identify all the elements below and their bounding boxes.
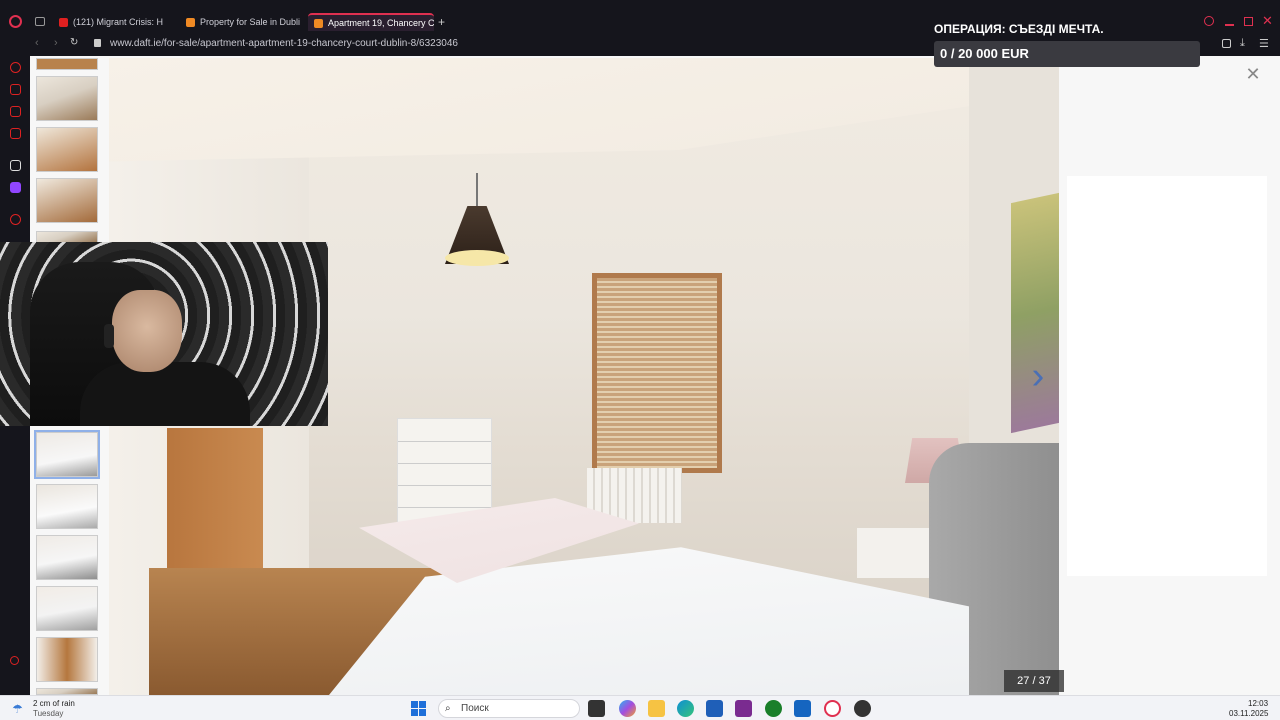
gallery-thumbnail[interactable] [36,688,98,695]
reload-icon[interactable]: ↻ [70,37,78,48]
back-icon[interactable]: ‹ [35,37,39,49]
tab-property-for-sale[interactable]: Property for Sale in Dubli [180,13,304,31]
taskbar-search-input[interactable]: ⌕ Поиск [438,699,580,718]
messenger-icon[interactable] [10,128,21,139]
outlook-icon[interactable] [794,700,811,717]
weather-text[interactable]: 2 cm of rain [33,699,75,708]
gallery-thumbnail[interactable] [36,127,98,172]
gallery-thumbnail-selected[interactable] [34,430,100,479]
window-blinds [592,273,722,473]
copilot-icon[interactable] [619,700,636,717]
workspaces-icon[interactable] [10,84,21,95]
lock-icon [94,39,101,47]
tab-menu-icon[interactable] [35,17,45,26]
close-window-icon[interactable]: ✕ [1262,13,1273,29]
windows-taskbar: ☂ 2 cm of rain Tuesday ⌕ Поиск 12:03 03.… [0,695,1280,720]
new-tab-button[interactable]: + [438,15,445,29]
gallery-thumbnail[interactable] [36,484,98,529]
minimize-icon[interactable] [1225,24,1234,26]
search-icon: ⌕ [445,703,451,714]
twitch-icon[interactable] [10,182,21,193]
donation-goal-bar: 0 / 20 000 EUR [934,41,1200,67]
close-icon: ✕ [1245,64,1261,84]
tab-youtube[interactable]: (121) Migrant Crisis: H [53,13,175,31]
headset-icon [104,324,114,348]
file-explorer-icon[interactable] [648,700,665,717]
chevron-right-icon: › [1031,355,1045,397]
close-gallery-button[interactable]: ✕ [1243,64,1263,84]
wallet-icon[interactable] [1222,39,1231,48]
tab-label: Property for Sale in Dubli [200,17,301,27]
daft-icon [314,18,323,28]
app-icon-dark[interactable] [854,700,871,717]
gallery-thumbnail[interactable] [36,58,98,70]
gallery-thumbnail[interactable] [36,535,98,580]
clock-time[interactable]: 12:03 [1248,699,1268,708]
streamer-face [112,290,182,372]
gallery-thumbnail[interactable] [36,637,98,682]
search-tabs-icon[interactable] [1204,16,1214,26]
tab-apartment-19[interactable]: Apartment 19, Chancery C [308,13,434,31]
download-icon[interactable]: ⤓ [1240,37,1245,50]
streamer-body [80,362,250,426]
gallery-thumbnail[interactable] [36,586,98,631]
xbox-icon[interactable] [765,700,782,717]
player-icon[interactable] [10,214,21,225]
tab-label: Apartment 19, Chancery C [328,18,434,28]
forward-icon[interactable]: › [54,37,58,49]
webcam-overlay [0,242,328,426]
gallery-thumbnail[interactable] [36,178,98,223]
app-icon-purple[interactable] [735,700,752,717]
search-placeholder: Поиск [461,703,489,714]
youtube-icon [59,17,68,27]
next-photo-button[interactable]: › [1023,356,1053,396]
aria-icon[interactable] [10,62,21,73]
side-panel [1067,176,1267,576]
daft-icon [186,17,195,27]
maximize-icon[interactable] [1244,17,1253,26]
opera-taskbar-icon[interactable] [824,700,841,717]
easy-setup-icon[interactable]: ☰ [1259,37,1269,50]
sidebar-settings-icon[interactable] [10,656,19,665]
url-field[interactable]: www.daft.ie/for-sale/apartment-apartment… [110,38,458,49]
pinned-app-icon[interactable] [10,160,21,171]
donation-goal-amount: 0 / 20 000 EUR [940,46,1029,61]
gallery-thumbnail[interactable] [36,76,98,121]
weather-icon[interactable]: ☂ [12,702,23,716]
store-icon[interactable] [706,700,723,717]
photo-counter: 27 / 37 [1004,670,1064,692]
tab-label: (121) Migrant Crisis: H [73,17,164,27]
layers-icon[interactable] [10,106,21,117]
wall-painting [1011,192,1059,434]
windows-start-icon[interactable] [411,701,426,716]
edge-icon[interactable] [677,700,694,717]
weather-day: Tuesday [33,709,64,718]
task-view-icon[interactable] [588,700,605,717]
donation-goal-title: ОПЕРАЦИЯ: СЪЕЗДІ МЕЧТА. [934,22,1104,36]
opera-logo-icon[interactable] [9,15,22,28]
clock-date[interactable]: 03.11.2025 [1229,709,1268,718]
